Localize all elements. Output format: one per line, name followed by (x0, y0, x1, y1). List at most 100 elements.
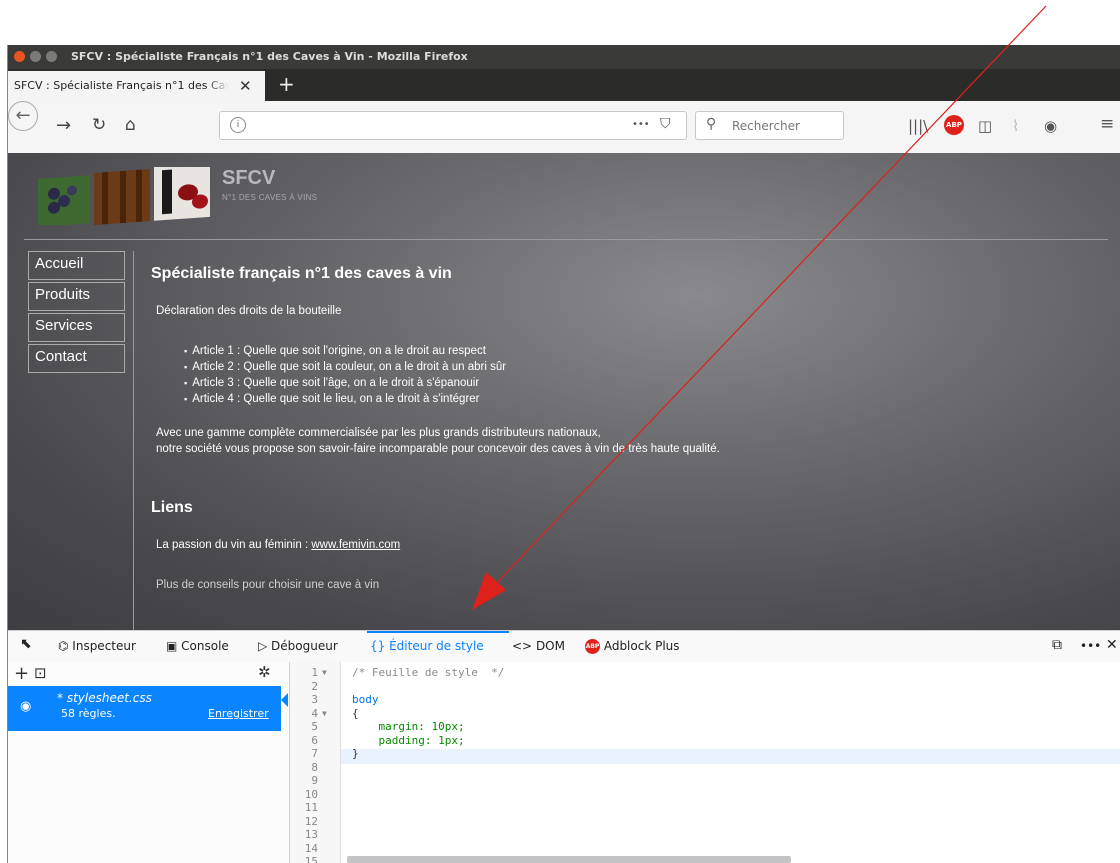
tab-adblock-plus[interactable]: ABP Adblock Plus (585, 639, 680, 654)
close-devtools-icon[interactable]: ✕ (1106, 637, 1118, 653)
line-number: 3 (311, 693, 318, 706)
active-tab-indicator (367, 631, 509, 633)
current-line-highlight (341, 749, 1120, 764)
menu-item-contact[interactable]: Contact (28, 344, 125, 373)
line-number: 1 (311, 666, 318, 679)
tab-close-icon[interactable]: ✕ (239, 77, 252, 95)
line-number: 6 (311, 733, 318, 747)
tab-dom[interactable]: <> DOM (512, 639, 565, 653)
window-title: SFCV : Spécialiste Français n°1 des Cave… (71, 50, 468, 63)
library-icon[interactable]: |||\ (908, 117, 928, 135)
sidebar-icon[interactable]: ◫ (978, 117, 992, 135)
new-tab-button[interactable]: + (278, 72, 295, 96)
close-window-button[interactable] (14, 51, 25, 62)
code-line: padding: 1px; (352, 733, 465, 747)
line-number: 7 (311, 747, 318, 760)
maximize-window-button[interactable] (46, 51, 57, 62)
inspector-icon: ⌬ (58, 639, 73, 653)
menu-item-produits[interactable]: Produits (28, 282, 125, 311)
list-item: Article 1 : Quelle que soit l'origine, o… (184, 343, 506, 359)
extension-icon[interactable]: ⌇ (1012, 117, 1019, 135)
code-line: body (352, 693, 379, 706)
tab-debogueur[interactable]: ▷ Débogueur (258, 639, 338, 653)
navigation-bar: ← → ↻ ⌂ i ••• ⛉ ⚲ Rechercher |||\ ABP ◫ … (8, 101, 1120, 154)
menu-item-accueil[interactable]: Accueil (28, 251, 125, 280)
account-icon[interactable]: ◉ (1044, 117, 1057, 135)
line-number: 14 (304, 841, 318, 855)
element-picker-icon[interactable]: ⬉ (20, 636, 32, 652)
paragraph-line: notre société vous propose son savoir-fa… (156, 443, 720, 455)
link-label: La passion du vin au féminin : (156, 539, 312, 551)
back-button[interactable]: ← (8, 101, 38, 131)
line-number: 13 (304, 828, 318, 841)
line-number: 11 (304, 801, 318, 814)
minimize-window-button[interactable] (30, 51, 41, 62)
firefox-window: SFCV : Spécialiste Français n°1 des Cave… (7, 45, 1120, 863)
reload-button[interactable]: ↻ (92, 115, 106, 135)
menu-divider (133, 251, 134, 630)
fold-icon[interactable]: ▼ (322, 668, 327, 677)
browser-tab[interactable]: SFCV : Spécialiste Français n°1 des Cave… (8, 71, 265, 101)
adblock-icon[interactable]: ABP (944, 115, 964, 135)
import-icon[interactable]: ⊡ (34, 664, 47, 682)
tab-label: Éditeur de style (389, 639, 484, 653)
horizontal-scrollbar[interactable] (347, 856, 791, 863)
forward-button[interactable]: → (56, 115, 71, 136)
web-page: SFCV N°1 DES CAVES À VINS Accueil Produi… (8, 153, 1120, 630)
new-stylesheet-button[interactable]: + (14, 663, 29, 684)
site-tagline: N°1 DES CAVES À VINS (222, 193, 318, 202)
intro-paragraph: Avec une gamme complète commercialisée p… (156, 425, 720, 457)
style-editor-icon: {} (370, 639, 390, 653)
stylesheet-sidebar: + ⊡ ✲ ◉ * stylesheet.css 58 règles. Enre… (8, 662, 290, 863)
site-menu: Accueil Produits Services Contact (28, 251, 125, 375)
code-line: margin: 10px; (352, 720, 465, 733)
dock-icon[interactable]: ⧉ (1052, 637, 1062, 653)
tab-title: SFCV : Spécialiste Français n°1 des Cave… (14, 79, 229, 92)
tab-label: Console (181, 639, 229, 653)
more-options-icon[interactable]: ••• (1080, 639, 1101, 653)
page-actions-icon[interactable]: ••• (632, 119, 650, 130)
line-number-gutter: 1 ▼ 2 3 4 ▼ 5 6 7 8 9 10 11 12 13 14 15 (290, 662, 341, 863)
eye-icon[interactable]: ◉ (20, 699, 31, 714)
header-divider (24, 239, 1108, 240)
cut-off-text: Plus de conseils pour choisir une cave à… (156, 579, 380, 591)
sidebar-toolbar: + ⊡ ✲ (8, 662, 289, 684)
list-item: Article 2 : Quelle que soit la couleur, … (184, 359, 506, 375)
line-number: 8 (311, 760, 318, 774)
url-bar[interactable]: i ••• ⛉ (219, 111, 687, 140)
line-number: 9 (311, 774, 318, 787)
menu-item-services[interactable]: Services (28, 313, 125, 342)
stylesheet-item[interactable]: ◉ * stylesheet.css 58 règles. Enregistre… (8, 686, 281, 731)
info-icon[interactable]: i (230, 117, 246, 133)
tab-editeur-de-style[interactable]: {} Éditeur de style (370, 639, 484, 653)
search-input[interactable]: ⚲ Rechercher (695, 111, 844, 140)
rules-count: 58 règles. (61, 707, 116, 720)
menu-icon[interactable]: ≡ (1100, 114, 1114, 134)
declaration-text: Déclaration des droits de la bouteille (156, 305, 342, 317)
console-icon: ▣ (166, 639, 182, 653)
home-button[interactable]: ⌂ (125, 115, 136, 135)
line-number: 4 (311, 706, 318, 720)
tab-strip: SFCV : Spécialiste Français n°1 des Cave… (8, 69, 1120, 101)
adblock-icon: ABP (585, 639, 600, 654)
tab-label: Adblock Plus (603, 639, 680, 653)
paragraph-line: Avec une gamme complète commercialisée p… (156, 427, 601, 439)
pocket-icon[interactable]: ⛉ (660, 116, 671, 132)
save-button[interactable]: Enregistrer (208, 707, 269, 720)
selection-pointer (281, 693, 288, 707)
line-number: 12 (304, 814, 318, 828)
search-icon: ⚲ (706, 116, 717, 132)
wine-logo-image (38, 167, 210, 225)
femivin-link[interactable]: www.femivin.com (311, 539, 400, 551)
list-item: Article 3 : Quelle que soit l'âge, on a … (184, 375, 506, 391)
link-line: La passion du vin au féminin : www.femiv… (156, 539, 400, 551)
tab-inspecteur[interactable]: ⌬ Inspecteur (58, 639, 136, 653)
debugger-icon: ▷ (258, 639, 272, 653)
title-bar: SFCV : Spécialiste Français n°1 des Cave… (8, 45, 1120, 69)
css-code-editor[interactable]: 1 ▼ 2 3 4 ▼ 5 6 7 8 9 10 11 12 13 14 15 /* Feuille de st… (290, 662, 1120, 863)
line-number: 2 (311, 679, 318, 693)
settings-icon[interactable]: ✲ (258, 663, 271, 681)
tab-label: Inspecteur (72, 639, 136, 653)
tab-console[interactable]: ▣ Console (166, 639, 229, 653)
fold-icon[interactable]: ▼ (322, 709, 327, 718)
